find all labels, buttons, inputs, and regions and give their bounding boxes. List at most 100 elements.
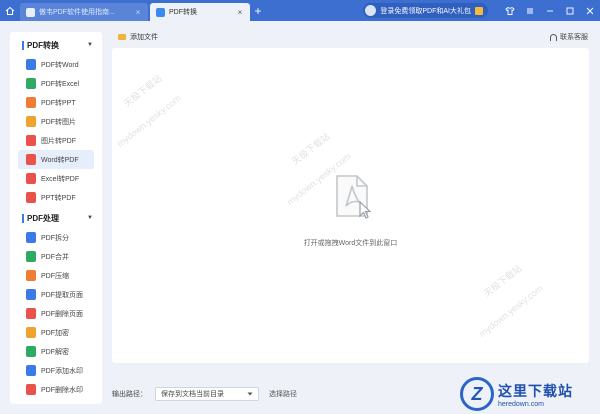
watermark-cn: 天极下载站 (482, 263, 524, 299)
close-icon (586, 7, 594, 14)
logo-text-cn: 这里下载站 (498, 382, 573, 399)
sidebar-item-label: PPT转PDF (41, 194, 76, 202)
output-path-label: 输出路径： (112, 391, 147, 398)
sidebar-item[interactable]: 图片转PDF (10, 131, 102, 150)
file-drop-zone[interactable]: 天极下载站 mydown.yesky.com 天极下载站 mydown.yesk… (112, 48, 589, 363)
sidebar-item-label: PDF转图片 (41, 118, 76, 126)
tool-icon (26, 327, 36, 338)
login-promo-button[interactable]: 登录免费领取PDF和AI大礼包 (363, 3, 488, 18)
tool-icon (26, 384, 36, 395)
tool-icon (26, 289, 36, 300)
minimize-button[interactable] (540, 0, 560, 21)
sidebar-item-label: PDF转Excel (41, 80, 80, 88)
tool-icon (26, 78, 36, 89)
tool-icon (26, 116, 36, 127)
sidebar-item-label: PDF合并 (41, 253, 69, 261)
logo-mark: Z (460, 377, 494, 411)
tool-icon (26, 97, 36, 108)
sidebar-item-label: PDF压缩 (41, 272, 69, 280)
sidebar-item-label: PDF拆分 (41, 234, 69, 242)
sidebar-item[interactable]: PDF合并 (10, 247, 102, 266)
sidebar-section-header[interactable]: PDF处理 ▼ (10, 211, 102, 225)
tool-icon (26, 173, 36, 184)
sidebar-item[interactable]: PDF解密 (10, 342, 102, 361)
sidebar-item[interactable]: PDF转图片 (10, 112, 102, 131)
tool-icon (26, 135, 36, 146)
section-accent-bar (22, 213, 24, 223)
tool-icon (26, 270, 36, 281)
pdf-file-icon (336, 175, 372, 219)
tool-icon (26, 154, 36, 165)
home-button[interactable] (0, 0, 20, 21)
choose-path-button[interactable]: 选择路径 (269, 389, 297, 399)
add-file-label: 添加文件 (130, 34, 158, 41)
sidebar-item-label: PDF转PPT (41, 99, 76, 107)
sidebar-item[interactable]: PDF压缩 (10, 266, 102, 285)
gift-icon (475, 6, 483, 15)
sidebar-item-label: PDF添加水印 (41, 367, 83, 375)
watermark-cn: 天极下载站 (122, 73, 164, 109)
new-tab-button[interactable]: + (250, 0, 266, 21)
tool-icon (26, 365, 36, 376)
chevron-down-icon: ▼ (87, 215, 93, 221)
sidebar-section-title: PDF转换 (27, 40, 59, 50)
sidebar-item-label: PDF删除水印 (41, 386, 83, 394)
tool-icon (26, 232, 36, 243)
close-icon[interactable]: × (236, 8, 244, 17)
menu-button[interactable] (520, 0, 540, 21)
close-window-button[interactable] (580, 0, 600, 21)
sidebar-item[interactable]: PDF添加水印 (10, 361, 102, 380)
sidebar-section-title: PDF处理 (27, 213, 59, 223)
sidebar-item-label: PDF加密 (41, 329, 69, 337)
sidebar-item[interactable]: Excel转PDF (10, 169, 102, 188)
sidebar-item[interactable]: PDF提取页面 (10, 285, 102, 304)
folder-icon (118, 34, 126, 40)
maximize-button[interactable] (560, 0, 580, 21)
tool-icon (26, 346, 36, 357)
tab-pdf-convert[interactable]: PDF转换 × (150, 3, 250, 21)
sidebar-item[interactable]: PDF删除页面 (10, 304, 102, 323)
menu-icon (527, 8, 533, 13)
minimize-icon (547, 10, 553, 11)
output-path-select[interactable]: 保存到文档当前目录 (155, 387, 259, 401)
sidebar-item[interactable]: PDF加密 (10, 323, 102, 342)
headset-icon (550, 33, 557, 41)
add-file-button[interactable]: 添加文件 (112, 30, 164, 44)
tool-icon (26, 251, 36, 262)
sidebar-item-label: PDF提取页面 (41, 291, 83, 299)
sidebar: PDF转换 ▼ PDF转Word PDF转Excel PDF转PPT PDF转图片 图片转P… (10, 32, 102, 404)
heredown-logo: Z 这里下载站 heredown.com (460, 374, 600, 414)
avatar (365, 5, 377, 16)
sidebar-item-label: Word转PDF (41, 156, 79, 164)
tab-guide[interactable]: 傲韦PDF软件使用指南... × (20, 3, 148, 21)
sidebar-item[interactable]: PDF转Word (10, 55, 102, 74)
tool-icon (26, 308, 36, 319)
section-accent-bar (22, 40, 24, 50)
sidebar-item[interactable]: PDF转Excel (10, 74, 102, 93)
sidebar-item[interactable]: PDF转PPT (10, 93, 102, 112)
close-icon[interactable]: × (134, 8, 142, 17)
promo-label: 登录免费领取PDF和AI大礼包 (380, 7, 471, 15)
sidebar-item[interactable]: Word转PDF (18, 150, 94, 169)
contact-service-button[interactable]: 联系客服 (550, 31, 588, 43)
sidebar-item-label: 图片转PDF (41, 137, 76, 145)
tool-icon (26, 59, 36, 70)
tool-icon (26, 192, 36, 203)
output-path-value: 保存到文档当前目录 (161, 391, 224, 398)
contact-service-label: 联系客服 (560, 34, 588, 41)
skin-button[interactable] (500, 0, 520, 21)
drop-hint-text: 打开或拖拽Word文件到此窗口 (303, 240, 398, 247)
sidebar-item-label: PDF转Word (41, 61, 79, 69)
watermark-cn: 天极下载站 (290, 131, 332, 167)
sidebar-item[interactable]: PDF删除水印 (10, 380, 102, 399)
sidebar-item[interactable]: PPT转PDF (10, 188, 102, 207)
chevron-down-icon (247, 392, 253, 396)
sidebar-item[interactable]: PDF拆分 (10, 228, 102, 247)
chevron-down-icon: ▼ (87, 42, 93, 48)
sidebar-section-header[interactable]: PDF转换 ▼ (10, 38, 102, 52)
tab-pdf-convert-label: PDF转换 (169, 9, 197, 16)
sidebar-item-label: PDF删除页面 (41, 310, 83, 318)
maximize-icon (566, 7, 574, 14)
tab-guide-label: 傲韦PDF软件使用指南... (39, 9, 115, 16)
pdf-convert-icon (156, 7, 165, 17)
